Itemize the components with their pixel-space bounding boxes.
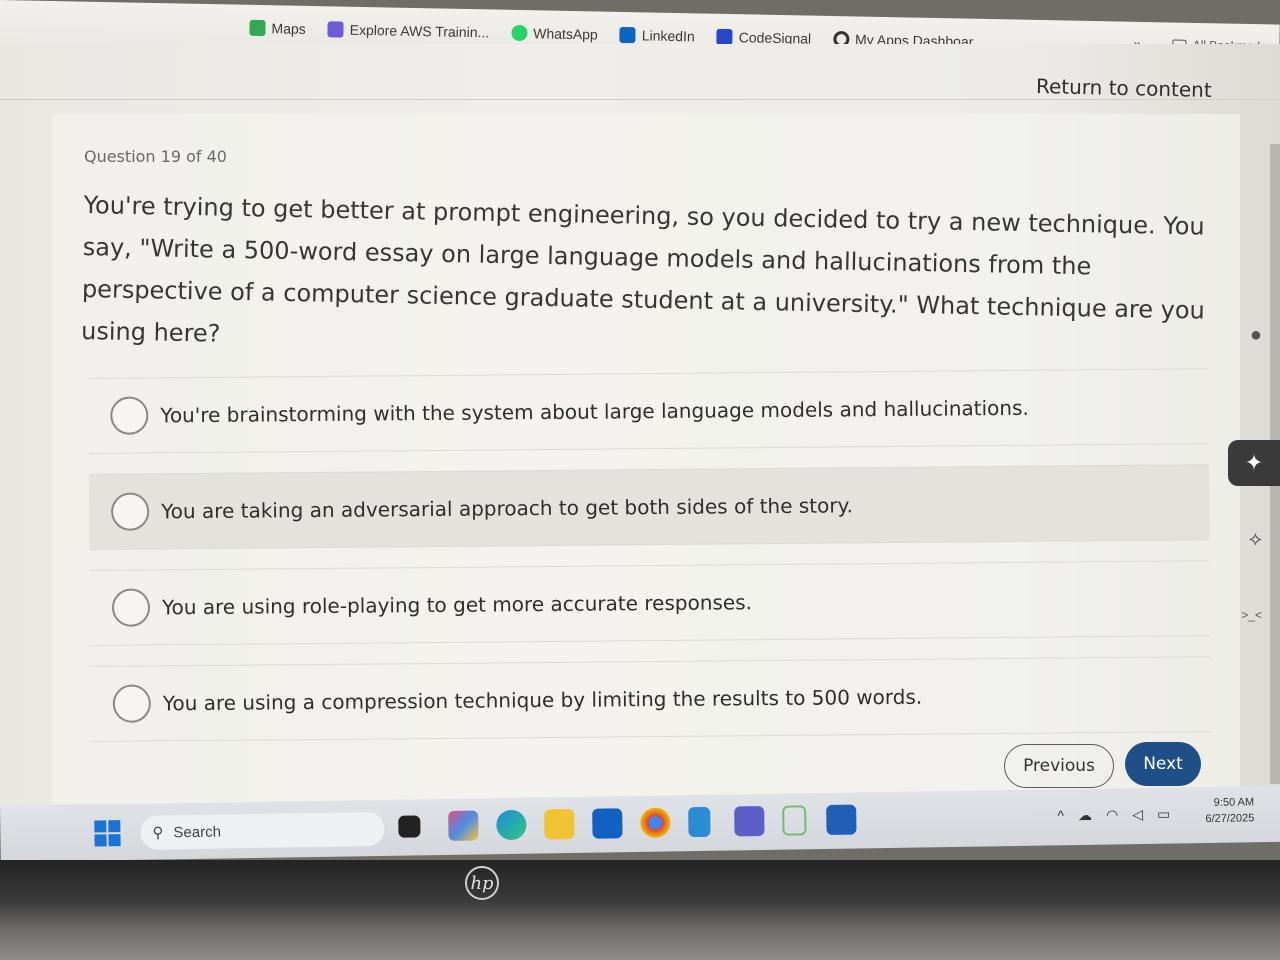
question-counter: Question 19 of 40 xyxy=(84,147,227,166)
quiz-page: Return to content ● ✦ ⟡ >_< Question 19 … xyxy=(0,44,1280,808)
page-header: Return to content xyxy=(0,44,1280,102)
answer-option-label: You are using a compression technique by… xyxy=(162,684,923,716)
answer-option-1[interactable]: You're brainstorming with the system abo… xyxy=(88,368,1209,454)
outlook-icon[interactable] xyxy=(592,808,623,839)
chrome-icon[interactable] xyxy=(640,807,671,838)
bookmark-aws[interactable]: Explore AWS Trainin... xyxy=(327,20,489,40)
hp-logo: hp xyxy=(465,866,499,900)
answer-option-label: You're brainstorming with the system abo… xyxy=(160,395,1029,428)
question-text: You're trying to get better at prompt en… xyxy=(80,190,1206,348)
copilot-app-icon[interactable] xyxy=(448,810,479,841)
wifi-icon[interactable]: ◠ xyxy=(1106,806,1118,823)
copilot-sparkle-icon[interactable]: ✦ xyxy=(1228,440,1280,486)
clock-time: 9:50 AM xyxy=(1213,796,1255,809)
onedrive-icon[interactable]: ☁ xyxy=(1078,807,1092,824)
word-icon[interactable] xyxy=(826,804,857,836)
bookmark-linkedin[interactable]: LinkedIn xyxy=(619,26,695,44)
answer-option-4[interactable]: You are using a compression technique by… xyxy=(90,656,1212,742)
maps-icon xyxy=(249,19,266,36)
brain-icon[interactable]: ● xyxy=(1250,324,1262,347)
aws-icon xyxy=(327,20,344,38)
teams-icon[interactable] xyxy=(734,805,765,837)
answer-option-label: You are using role-playing to get more a… xyxy=(161,590,753,620)
linkedin-icon xyxy=(619,26,636,43)
radio-button[interactable] xyxy=(111,588,151,627)
volume-icon[interactable]: ◁ xyxy=(1132,806,1143,823)
previous-button[interactable]: Previous xyxy=(1004,744,1114,788)
answer-option-3[interactable]: You are using role-playing to get more a… xyxy=(89,560,1211,646)
edge-icon[interactable] xyxy=(496,809,527,841)
radio-button[interactable] xyxy=(112,684,152,723)
laptop-bezel xyxy=(0,860,1280,960)
search-icon: ⚲ xyxy=(152,824,164,842)
windows-start-icon[interactable] xyxy=(94,820,121,847)
system-tray: ^ ☁ ◠ ◁ ▭ xyxy=(1057,806,1170,825)
whatsapp-icon xyxy=(511,24,528,41)
codesignal-icon xyxy=(716,28,733,45)
answer-option-label: You are taking an adversarial approach t… xyxy=(161,493,853,524)
clock[interactable]: 9:50 AM 6/27/2025 xyxy=(1205,794,1254,827)
answer-option-2[interactable]: You are taking an adversarial approach t… xyxy=(88,464,1210,550)
notepad-icon[interactable] xyxy=(688,806,711,838)
battery-icon[interactable]: ▭ xyxy=(1157,806,1170,823)
return-to-content-link[interactable]: Return to content xyxy=(1036,74,1212,102)
side-panel-icon[interactable]: >_< xyxy=(1241,608,1262,622)
answer-options: You're brainstorming with the system abo… xyxy=(88,368,1212,762)
clock-date: 6/27/2025 xyxy=(1205,812,1255,826)
radio-button[interactable] xyxy=(111,492,150,531)
radio-button[interactable] xyxy=(110,396,149,435)
bookmark-whatsapp[interactable]: WhatsApp xyxy=(511,24,598,42)
snipping-tool-icon[interactable] xyxy=(782,805,807,836)
next-button[interactable]: Next xyxy=(1125,742,1201,786)
chevron-up-icon[interactable]: ^ xyxy=(1057,807,1064,824)
bookmark-maps[interactable]: Maps xyxy=(249,19,306,36)
taskbar-search[interactable]: ⚲ Search xyxy=(140,811,385,850)
extension-icon[interactable]: ⟡ xyxy=(1249,528,1262,551)
file-explorer-icon[interactable] xyxy=(544,808,575,840)
widgets-icon[interactable] xyxy=(398,815,421,838)
